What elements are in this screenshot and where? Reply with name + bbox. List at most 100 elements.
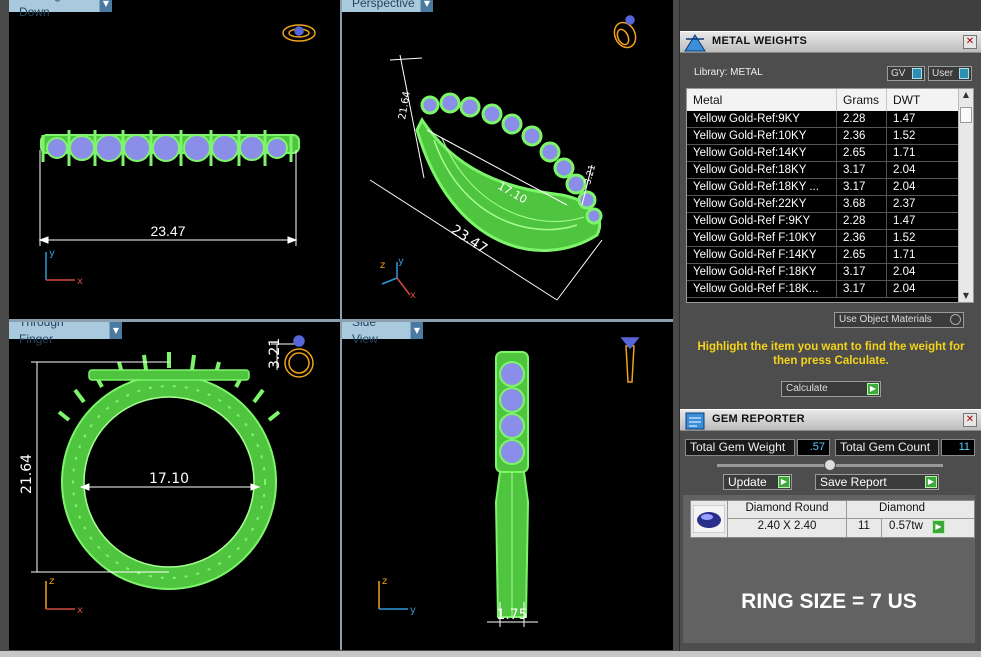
viewport-through-finger[interactable]: 21.64 17.10 3.21 z x Through Finger ▼ (9, 322, 340, 650)
column-header-dwt[interactable]: DWT (887, 89, 959, 111)
viewport-side-view[interactable]: 1.75 z y Side View ▼ (342, 322, 673, 650)
metal-name-cell: Yellow Gold-Ref:9KY (687, 111, 837, 127)
viewport-label-looking-down: Looking Down (9, 0, 99, 19)
viewport-label-perspective: Perspective (342, 0, 420, 12)
scroll-thumb[interactable] (960, 107, 972, 123)
metal-name-cell: Yellow Gold-Ref:14KY (687, 145, 837, 161)
dwt-cell: 2.04 (887, 264, 959, 280)
grams-cell: 2.65 (837, 145, 887, 161)
metal-weights-titlebar: METAL WEIGHTS ✕ (680, 31, 981, 53)
table-row[interactable]: Yellow Gold-Ref F:14KY 2.65 1.71 (687, 247, 959, 264)
dwt-cell: 1.52 (887, 230, 959, 246)
table-row[interactable]: Yellow Gold-Ref F:18K... 3.17 2.04 (687, 281, 959, 298)
ring-top-view: 23.47 y x (38, 24, 316, 287)
table-row[interactable]: Yellow Gold-Ref:10KY 2.36 1.52 (687, 128, 959, 145)
dwt-cell: 1.71 (887, 247, 959, 263)
dwt-cell: 2.04 (887, 162, 959, 178)
play-icon: ▶ (867, 383, 879, 395)
viewport-divider-vertical[interactable] (340, 0, 342, 650)
dwt-cell: 2.04 (887, 179, 959, 195)
viewport-menu-button[interactable]: ▼ (109, 322, 122, 339)
scale-icon (684, 34, 706, 52)
column-header-metal[interactable]: Metal (687, 89, 837, 111)
scroll-down-icon[interactable]: ▼ (959, 290, 973, 302)
svg-text:x: x (77, 605, 83, 616)
use-object-materials-toggle[interactable]: Use Object Materials (834, 312, 964, 328)
total-gem-count-value: 11 (941, 439, 975, 456)
table-row[interactable]: Yellow Gold-Ref F:9KY 2.28 1.47 (687, 213, 959, 230)
viewport-menu-button[interactable]: ▼ (99, 0, 112, 12)
svg-text:21.64: 21.64 (397, 90, 413, 120)
table-row[interactable]: Yellow Gold-Ref F:18KY 3.17 2.04 (687, 264, 959, 281)
svg-text:3.21: 3.21 (583, 164, 598, 186)
gem-reporter-title: GEM REPORTER (712, 413, 805, 425)
table-row[interactable]: Yellow Gold-Ref:9KY 2.28 1.47 (687, 111, 959, 128)
grams-cell: 2.28 (837, 111, 887, 127)
gem-row[interactable]: Diamond Round 2.40 X 2.40 Diamond 11 0.5… (690, 500, 975, 538)
table-row[interactable]: Yellow Gold-Ref F:10KY 2.36 1.52 (687, 230, 959, 247)
close-icon[interactable]: ✕ (963, 413, 977, 427)
viewport-perspective[interactable]: 21.64 17.10 23.47 3.21 z y x Perspective… (342, 0, 673, 319)
axis-triad: z x (45, 576, 83, 616)
save-report-button[interactable]: Save Report ▶ (815, 474, 939, 490)
close-icon[interactable]: ✕ (963, 35, 977, 49)
axis-triad: z y x (380, 256, 416, 301)
svg-text:x: x (410, 290, 416, 301)
calculate-button[interactable]: Calculate ▶ (781, 381, 881, 397)
svg-text:y: y (410, 605, 416, 616)
grams-cell: 2.36 (837, 128, 887, 144)
metal-name-cell: Yellow Gold-Ref:10KY (687, 128, 837, 144)
dwt-cell: 2.04 (887, 281, 959, 297)
dwt-cell: 1.47 (887, 111, 959, 127)
table-row[interactable]: Yellow Gold-Ref:14KY 2.65 1.71 (687, 145, 959, 162)
grams-cell: 2.36 (837, 230, 887, 246)
user-toggle[interactable]: User (928, 66, 972, 81)
svg-text:y: y (49, 248, 55, 259)
gem-expand-button[interactable]: ▶ (932, 520, 945, 534)
viewport-label-side-view: Side View (342, 322, 410, 346)
viewport-menu-button[interactable]: ▼ (410, 322, 423, 339)
metal-table-header: Metal Grams DWT (687, 89, 959, 111)
axis-triad: y x (45, 248, 83, 287)
metal-name-cell: Yellow Gold-Ref F:18KY (687, 264, 837, 280)
ring-preview-icon (620, 337, 640, 383)
dwt-cell: 1.52 (887, 128, 959, 144)
viewport-divider-horizontal[interactable] (9, 319, 673, 322)
library-label: Library: METAL (694, 67, 763, 78)
svg-text:z: z (380, 260, 385, 271)
play-icon: ▶ (778, 476, 790, 488)
table-row[interactable]: Yellow Gold-Ref:18KY ... 3.17 2.04 (687, 179, 959, 196)
metal-table: Metal Grams DWT Yellow Gold-Ref:9KY 2.28 1… (686, 88, 974, 303)
column-header-grams[interactable]: Grams (837, 89, 887, 111)
dwt-cell: 1.47 (887, 213, 959, 229)
metal-table-scrollbar[interactable]: ▲ ▼ (958, 89, 973, 302)
gv-toggle[interactable]: GV (887, 66, 925, 81)
grams-cell: 2.65 (837, 247, 887, 263)
status-strip (0, 651, 981, 657)
metal-name-cell: Yellow Gold-Ref:22KY (687, 196, 837, 212)
table-row[interactable]: Yellow Gold-Ref:22KY 3.68 2.37 (687, 196, 959, 213)
viewport-looking-down[interactable]: 23.47 y x Looking Down ▼ (9, 0, 340, 319)
grams-cell: 3.17 (837, 162, 887, 178)
grams-cell: 3.17 (837, 264, 887, 280)
dwt-cell: 2.37 (887, 196, 959, 212)
svg-text:1.75: 1.75 (496, 607, 527, 623)
dwt-cell: 1.71 (887, 145, 959, 161)
svg-text:y: y (398, 256, 404, 267)
total-gem-weight-label: Total Gem Weight (685, 439, 795, 456)
metal-weights-title: METAL WEIGHTS (712, 35, 808, 47)
svg-text:3.21: 3.21 (267, 338, 283, 369)
grams-cell: 2.28 (837, 213, 887, 229)
table-row[interactable]: Yellow Gold-Ref:18KY 3.17 2.04 (687, 162, 959, 179)
scroll-up-icon[interactable]: ▲ (959, 89, 973, 101)
svg-text:17.10: 17.10 (149, 471, 189, 487)
ring-front-view: 21.64 17.10 3.21 z x (19, 335, 314, 616)
viewport-menu-button[interactable]: ▼ (420, 0, 433, 12)
gem-slider-thumb[interactable] (824, 459, 836, 471)
ring-perspective-view: 21.64 17.10 23.47 3.21 z y x (369, 15, 637, 301)
gem-total-weight: 0.57tw (889, 520, 923, 532)
update-button[interactable]: Update ▶ (723, 474, 792, 490)
metal-name-cell: Yellow Gold-Ref:18KY ... (687, 179, 837, 195)
ring-preview-icon (284, 335, 314, 378)
gem-size: 2.40 X 2.40 (757, 520, 817, 532)
